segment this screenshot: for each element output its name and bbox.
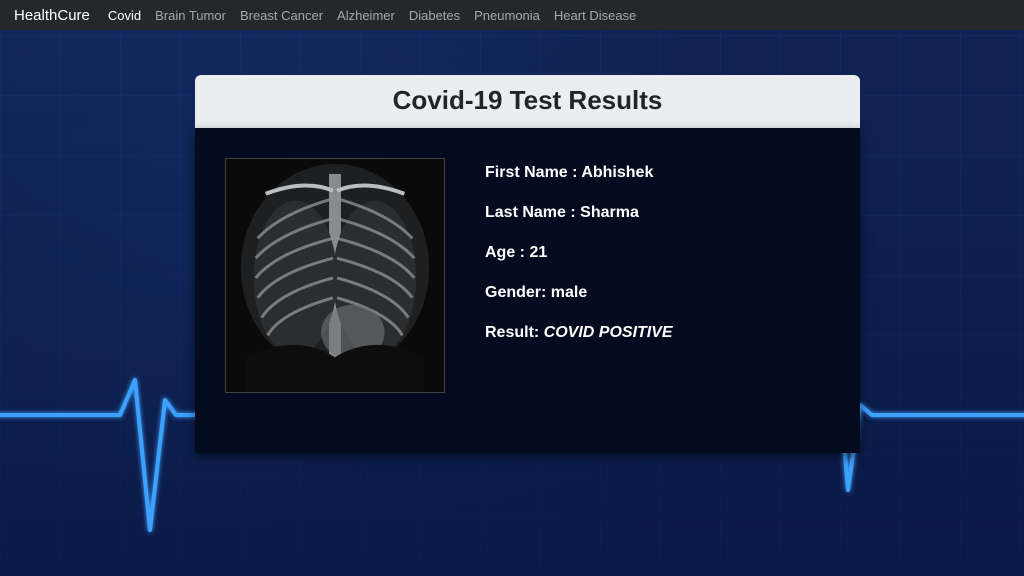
gender-row: Gender: male <box>485 284 673 302</box>
nav-link-breast-cancer[interactable]: Breast Cancer <box>240 8 323 23</box>
nav-links: Covid Brain Tumor Breast Cancer Alzheime… <box>108 8 636 23</box>
brand[interactable]: HealthCure <box>14 7 90 24</box>
age-row: Age : 21 <box>485 244 673 262</box>
patient-details: First Name : Abhishek Last Name : Sharma… <box>485 158 673 393</box>
navbar: HealthCure Covid Brain Tumor Breast Canc… <box>0 0 1024 30</box>
age-label: Age : <box>485 244 529 261</box>
result-label: Result: <box>485 324 544 341</box>
nav-link-diabetes[interactable]: Diabetes <box>409 8 460 23</box>
result-value: COVID POSITIVE <box>544 324 673 341</box>
results-card: Covid-19 Test Results <box>195 75 860 453</box>
gender-value: male <box>551 284 587 301</box>
nav-link-pneumonia[interactable]: Pneumonia <box>474 8 540 23</box>
card-title: Covid-19 Test Results <box>195 75 860 128</box>
last-name-label: Last Name : <box>485 204 580 221</box>
last-name-value: Sharma <box>580 204 639 221</box>
result-row: Result: COVID POSITIVE <box>485 324 673 342</box>
last-name-row: Last Name : Sharma <box>485 204 673 222</box>
first-name-row: First Name : Abhishek <box>485 164 673 182</box>
xray-image <box>225 158 445 393</box>
nav-link-alzheimer[interactable]: Alzheimer <box>337 8 395 23</box>
age-value: 21 <box>529 244 547 261</box>
gender-label: Gender: <box>485 284 551 301</box>
first-name-label: First Name : <box>485 164 581 181</box>
nav-link-covid[interactable]: Covid <box>108 8 141 23</box>
nav-link-brain-tumor[interactable]: Brain Tumor <box>155 8 226 23</box>
first-name-value: Abhishek <box>581 164 653 181</box>
card-body: First Name : Abhishek Last Name : Sharma… <box>195 128 860 453</box>
nav-link-heart-disease[interactable]: Heart Disease <box>554 8 636 23</box>
